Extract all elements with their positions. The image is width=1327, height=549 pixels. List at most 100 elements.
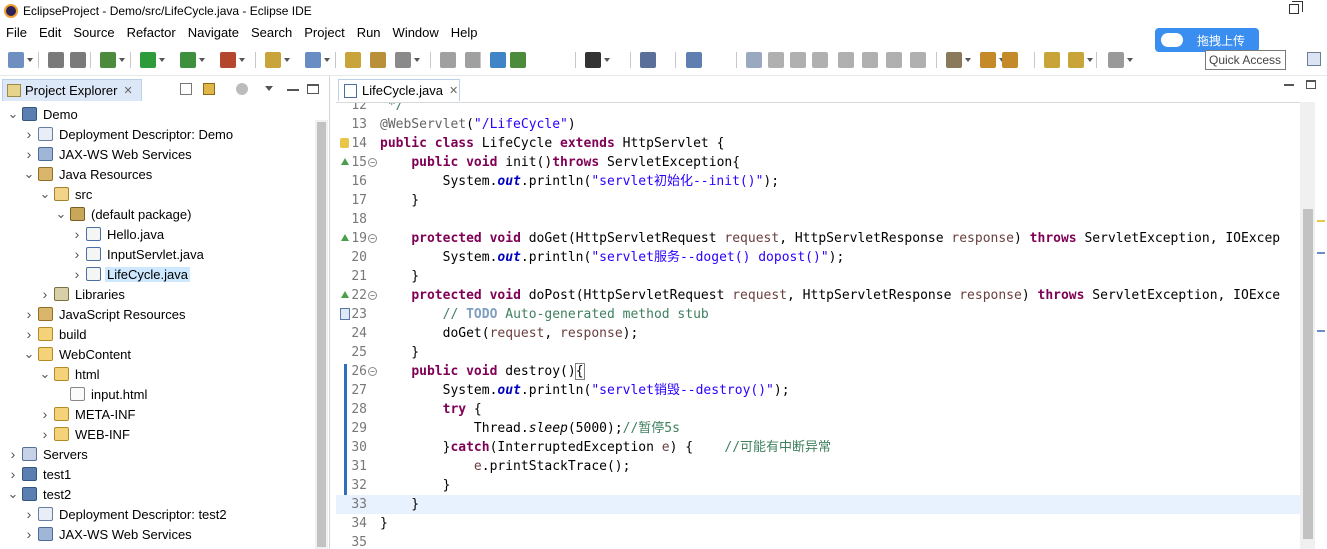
step-into-icon[interactable] — [838, 52, 854, 68]
tree-item[interactable]: › Deployment Descriptor: Demo — [0, 124, 314, 144]
scrollbar-thumb[interactable] — [1303, 209, 1313, 539]
code-line[interactable]: 35 — [336, 533, 1302, 549]
expand-chevron-icon[interactable]: › — [24, 146, 34, 162]
tree-item[interactable]: › Deployment Descriptor: test2 — [0, 504, 314, 524]
expand-chevron-icon[interactable]: › — [24, 126, 34, 142]
globe-icon[interactable] — [490, 52, 506, 68]
terminate-icon[interactable] — [790, 52, 806, 68]
quick-access-input[interactable]: Quick Access — [1205, 50, 1286, 70]
tree-item[interactable]: ⌄ (default package) — [0, 204, 314, 224]
menu-window[interactable]: Window — [387, 22, 445, 44]
external-tools-icon[interactable] — [220, 52, 245, 68]
code-line[interactable]: 17 } — [336, 191, 1302, 210]
tree-item[interactable]: › JavaScript Resources — [0, 304, 314, 324]
expand-chevron-icon[interactable]: › — [24, 306, 34, 322]
tree-item[interactable]: › build — [0, 324, 314, 344]
code-line[interactable]: 26− public void destroy(){ — [336, 362, 1302, 381]
collapse-chevron-icon[interactable]: ⌄ — [56, 206, 67, 221]
save-all-icon[interactable] — [70, 52, 86, 68]
collapse-chevron-icon[interactable]: ⌄ — [40, 186, 51, 201]
view-menu-icon[interactable] — [265, 86, 273, 91]
tree-item[interactable]: ⌄ html — [0, 364, 314, 384]
override-arrow-icon[interactable] — [341, 234, 349, 241]
code-line[interactable]: 33 } — [336, 495, 1302, 514]
menu-source[interactable]: Source — [67, 22, 120, 44]
fold-toggle-icon[interactable]: − — [368, 158, 377, 167]
tree-item[interactable]: › LifeCycle.java — [0, 264, 314, 284]
tree-item[interactable]: ⌄ WebContent — [0, 344, 314, 364]
override-arrow-icon[interactable] — [341, 158, 349, 165]
maximize-icon[interactable] — [1306, 80, 1316, 89]
suspend-icon[interactable] — [768, 52, 784, 68]
last-edit-icon[interactable] — [1044, 52, 1060, 68]
tree-item[interactable]: › WEB-INF — [0, 424, 314, 444]
menu-file[interactable]: File — [0, 22, 33, 44]
tree-item[interactable]: ⌄ src — [0, 184, 314, 204]
tree-item[interactable]: › JAX-WS Web Services — [0, 524, 314, 544]
collapse-chevron-icon[interactable]: ⌄ — [24, 166, 35, 181]
close-icon[interactable]: ✕ — [123, 84, 132, 97]
code-line[interactable]: 30 }catch(InterruptedException e) { //可能… — [336, 438, 1302, 457]
code-line[interactable]: 29 Thread.sleep(5000);//暂停5s — [336, 419, 1302, 438]
overview-marker[interactable] — [1317, 220, 1325, 222]
code-line[interactable]: 18 — [336, 210, 1302, 229]
code-line[interactable]: 31 e.printStackTrace(); — [336, 457, 1302, 476]
tree-item[interactable]: ⌄ test2 — [0, 484, 314, 504]
tab-project-explorer[interactable]: Project Explorer ✕ — [2, 79, 142, 101]
drop-to-frame-icon[interactable] — [910, 52, 926, 68]
code-line[interactable]: 23 // TODO Auto-generated method stub — [336, 305, 1302, 324]
code-line[interactable]: 20 System.out.println("servlet服务--doget(… — [336, 248, 1302, 267]
profile-icon[interactable] — [585, 52, 610, 68]
tree-item[interactable]: › InputServlet.java — [0, 244, 314, 264]
upload-button[interactable]: 拖拽上传 — [1155, 28, 1259, 52]
disconnect-icon[interactable] — [812, 52, 828, 68]
prev-annotation-icon[interactable] — [1002, 52, 1018, 68]
menu-refactor[interactable]: Refactor — [121, 22, 182, 44]
tree-item[interactable]: › test1 — [0, 464, 314, 484]
collapse-chevron-icon[interactable]: ⌄ — [8, 486, 19, 501]
collapse-chevron-icon[interactable]: ⌄ — [24, 346, 35, 361]
restore-window-button[interactable] — [1289, 1, 1303, 14]
save-icon[interactable] — [48, 52, 64, 68]
resume-icon[interactable] — [746, 52, 762, 68]
code-line[interactable]: 21 } — [336, 267, 1302, 286]
toggle-breadcrumb-icon[interactable] — [465, 52, 481, 68]
code-line[interactable]: 14 public class LifeCycle extends HttpSer… — [336, 134, 1302, 153]
tree-item[interactable]: › JAX-WS Web Services — [0, 144, 314, 164]
collapse-chevron-icon[interactable]: ⌄ — [8, 106, 19, 121]
maximize-icon[interactable] — [307, 84, 319, 94]
minimize-icon[interactable] — [287, 89, 299, 91]
expand-chevron-icon[interactable]: › — [72, 266, 82, 282]
next-annotation-icon[interactable] — [980, 52, 1005, 68]
scrollbar-thumb[interactable] — [317, 122, 326, 547]
expand-chevron-icon[interactable]: › — [24, 506, 34, 522]
forward-icon[interactable] — [1108, 52, 1133, 68]
open-type-icon[interactable] — [345, 52, 361, 68]
debug-icon[interactable] — [100, 52, 125, 68]
collapse-all-icon[interactable] — [180, 83, 192, 95]
tree-item[interactable]: ⌄ Java Resources — [0, 164, 314, 184]
menu-run[interactable]: Run — [351, 22, 387, 44]
close-icon[interactable]: ✕ — [449, 84, 458, 97]
expand-chevron-icon[interactable]: › — [24, 326, 34, 342]
tree-item[interactable]: input.html — [0, 384, 314, 404]
fold-toggle-icon[interactable]: − — [368, 234, 377, 243]
tree-item[interactable]: › Hello.java — [0, 224, 314, 244]
menu-search[interactable]: Search — [245, 22, 298, 44]
code-editor[interactable]: 12 */13 @WebServlet("/LifeCycle") 14 public… — [336, 102, 1302, 549]
expand-chevron-icon[interactable]: › — [40, 286, 50, 302]
expand-chevron-icon[interactable]: › — [40, 406, 50, 422]
open-perspective-icon[interactable] — [1307, 52, 1321, 66]
new-icon[interactable] — [8, 52, 33, 68]
menu-help[interactable]: Help — [445, 22, 484, 44]
deploy-icon[interactable] — [510, 52, 526, 68]
open-task-icon[interactable] — [370, 52, 386, 68]
code-line[interactable]: 12 */ — [336, 103, 1302, 115]
tree-item[interactable]: › META-INF — [0, 404, 314, 424]
link-with-editor-icon[interactable] — [203, 83, 215, 95]
fold-toggle-icon[interactable]: − — [368, 367, 377, 376]
overview-marker[interactable] — [1317, 252, 1325, 254]
task-icon[interactable] — [340, 308, 350, 320]
expand-chevron-icon[interactable]: › — [8, 466, 18, 482]
expand-chevron-icon[interactable]: › — [72, 226, 82, 242]
